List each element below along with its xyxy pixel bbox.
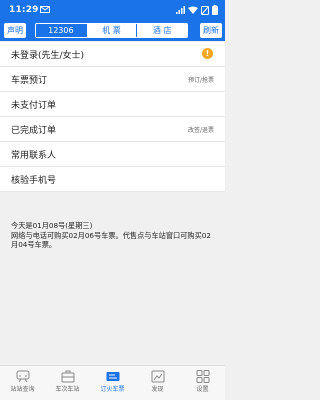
signal-icon [176, 6, 185, 14]
tab-12306[interactable]: 12306 [36, 24, 86, 37]
nav-label: 订火车票 [100, 386, 125, 393]
no-sim-icon [201, 5, 209, 15]
app-screen: 11:29 声明 12306 机 票 酒 店 刷新 未登录(先生/女士) ! 车… [0, 0, 225, 400]
ticket-icon [106, 372, 119, 381]
discover-icon [151, 370, 164, 383]
nav-label: 设置 [196, 386, 209, 393]
nav-discover[interactable]: 发现 [135, 366, 180, 400]
battery-icon [212, 5, 218, 15]
declaration-button[interactable]: 声明 [4, 23, 26, 38]
system-icons [176, 5, 218, 15]
warning-icon: ! [202, 48, 213, 59]
status-time: 11:29 [9, 5, 39, 15]
menu-item-label: 常用联系人 [11, 151, 57, 161]
refresh-button[interactable]: 刷新 [200, 23, 222, 38]
settings-grid-icon [196, 370, 209, 383]
menu-item-label: 核验手机号 [11, 176, 57, 186]
station-query-icon [16, 370, 29, 383]
wifi-icon [188, 6, 198, 14]
nav-label: 站站查询 [10, 386, 35, 393]
menu-list: 未登录(先生/女士) ! 车票预订 预订/抢票 未支付订单 已完成订单 改签/退… [0, 42, 225, 192]
nav-label: 发现 [151, 386, 164, 393]
mail-icon [40, 6, 50, 13]
train-station-icon [61, 370, 74, 383]
nav-book-ticket[interactable]: 订火车票 [90, 366, 135, 400]
menu-item-label: 已完成订单 [11, 126, 57, 136]
nav-train-station[interactable]: 车次车站 [45, 366, 90, 400]
nav-label: 车次车站 [55, 386, 80, 393]
menu-item-label: 车票预订 [11, 76, 48, 86]
tab-hotel[interactable]: 酒 店 [136, 24, 187, 37]
toolbar: 声明 12306 机 票 酒 店 刷新 [0, 20, 225, 41]
sale-date-notice: 今天是01月08号(星期三) 网络与电话可购买02月06号车票。代售点与车站窗口… [11, 221, 217, 250]
menu-item-contacts[interactable]: 常用联系人 [0, 142, 225, 167]
category-tabs: 12306 机 票 酒 店 [35, 23, 188, 38]
tab-flight[interactable]: 机 票 [85, 24, 137, 37]
nav-settings[interactable]: 设置 [180, 366, 225, 400]
menu-item-label: 未支付订单 [11, 101, 57, 111]
menu-item-ticket-booking[interactable]: 车票预订 预订/抢票 [0, 67, 225, 92]
notice-today: 今天是01月08号(星期三) [11, 221, 93, 230]
nav-station-query[interactable]: 站站查询 [0, 366, 45, 400]
menu-item-hint: 预订/抢票 [187, 77, 214, 84]
bottom-nav: 站站查询 车次车站 订火车票 发现 设置 [0, 365, 225, 400]
status-bar: 11:29 [0, 0, 225, 20]
notice-presale: 网络与电话可购买02月06号车票。代售点与车站窗口可购买02月04号车票。 [11, 230, 211, 250]
top-header: 11:29 声明 12306 机 票 酒 店 刷新 [0, 0, 225, 41]
menu-item-unpaid-orders[interactable]: 未支付订单 [0, 92, 225, 117]
menu-item-verify-phone[interactable]: 核验手机号 [0, 167, 225, 192]
menu-item-completed-orders[interactable]: 已完成订单 改签/退票 [0, 117, 225, 142]
menu-item-login[interactable]: 未登录(先生/女士) ! [0, 42, 225, 67]
menu-item-label: 未登录(先生/女士) [11, 51, 85, 61]
menu-item-hint: 改签/退票 [187, 127, 214, 134]
